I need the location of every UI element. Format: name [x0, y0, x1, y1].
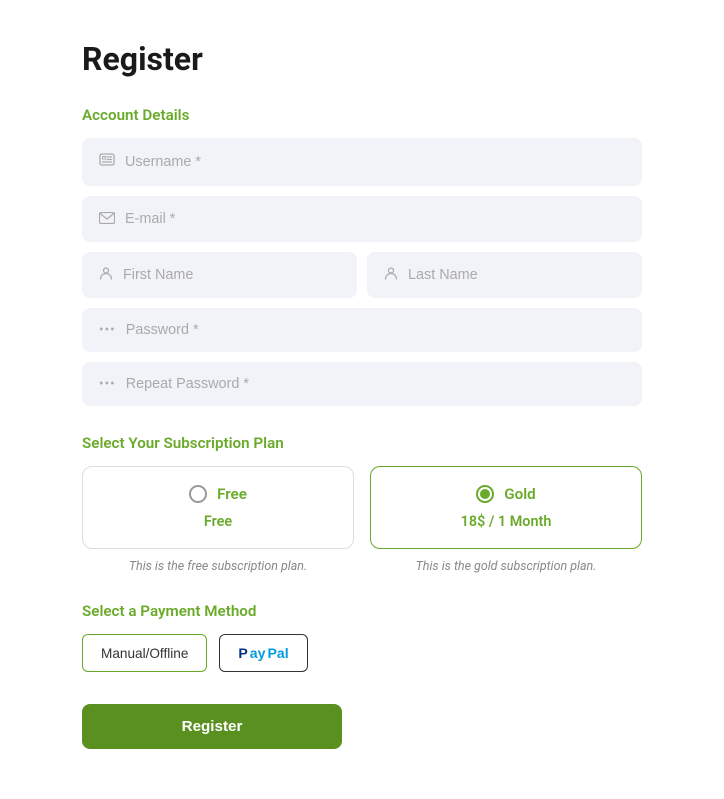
repeat-password-input-wrapper: ••• [82, 362, 642, 406]
payment-options: Manual/Offline PayPal [82, 634, 642, 672]
plan-gold-radio[interactable] [476, 485, 494, 503]
plan-gold-name: Gold [504, 485, 535, 503]
plan-free-price: Free [204, 513, 232, 530]
plan-card-gold[interactable]: Gold 18$ / 1 Month [370, 466, 642, 549]
last-name-icon [384, 266, 398, 284]
paypal-icon-p: P [238, 645, 247, 661]
payment-manual-btn[interactable]: Manual/Offline [82, 634, 207, 672]
first-name-icon [99, 266, 113, 284]
plan-card-free[interactable]: Free Free [82, 466, 354, 549]
plan-descriptions: This is the free subscription plan. This… [82, 555, 642, 574]
payment-manual-label: Manual/Offline [101, 646, 188, 661]
password-input-wrapper: ••• [82, 308, 642, 352]
plan-options: Free Free Gold 18$ / 1 Month [82, 466, 642, 549]
plan-free-description: This is the free subscription plan. [82, 555, 354, 574]
plan-gold-header: Gold [387, 485, 625, 503]
plan-gold-desc-text: This is the gold subscription plan. [416, 559, 597, 574]
username-input[interactable] [125, 154, 625, 170]
payment-label: Select a Payment Method [82, 602, 642, 620]
account-details-label: Account Details [82, 106, 642, 124]
plan-gold-description: This is the gold subscription plan. [370, 555, 642, 574]
paypal-logo: PayPal [238, 645, 288, 661]
paypal-icon-pal: Pal [267, 645, 288, 661]
paypal-icon-ay: ay [250, 645, 266, 661]
email-icon [99, 210, 115, 228]
plan-gold-price: 18$ / 1 Month [461, 513, 552, 530]
last-name-input[interactable] [408, 267, 625, 283]
plan-free-name: Free [217, 485, 247, 503]
repeat-password-icon: ••• [99, 376, 116, 392]
plan-free-desc-text: This is the free subscription plan. [129, 559, 307, 574]
register-button[interactable]: Register [82, 704, 342, 749]
email-input-wrapper [82, 196, 642, 242]
user-icon [99, 152, 115, 172]
account-details-section: Account Details [82, 106, 642, 406]
name-row [82, 252, 642, 308]
page-container: Register Account Details [82, 40, 642, 759]
subscription-section: Select Your Subscription Plan Free Free … [82, 434, 642, 574]
last-name-input-wrapper [367, 252, 642, 298]
plan-free-header: Free [99, 485, 337, 503]
page-title: Register [82, 40, 642, 78]
repeat-password-input[interactable] [126, 376, 625, 392]
password-input[interactable] [126, 322, 625, 338]
first-name-input[interactable] [123, 267, 340, 283]
plan-free-radio[interactable] [189, 485, 207, 503]
payment-section: Select a Payment Method Manual/Offline P… [82, 602, 642, 672]
username-input-wrapper [82, 138, 642, 186]
first-name-input-wrapper [82, 252, 357, 298]
payment-paypal-btn[interactable]: PayPal [219, 634, 307, 672]
password-icon: ••• [99, 322, 116, 338]
email-input[interactable] [125, 211, 625, 227]
subscription-label: Select Your Subscription Plan [82, 434, 642, 452]
